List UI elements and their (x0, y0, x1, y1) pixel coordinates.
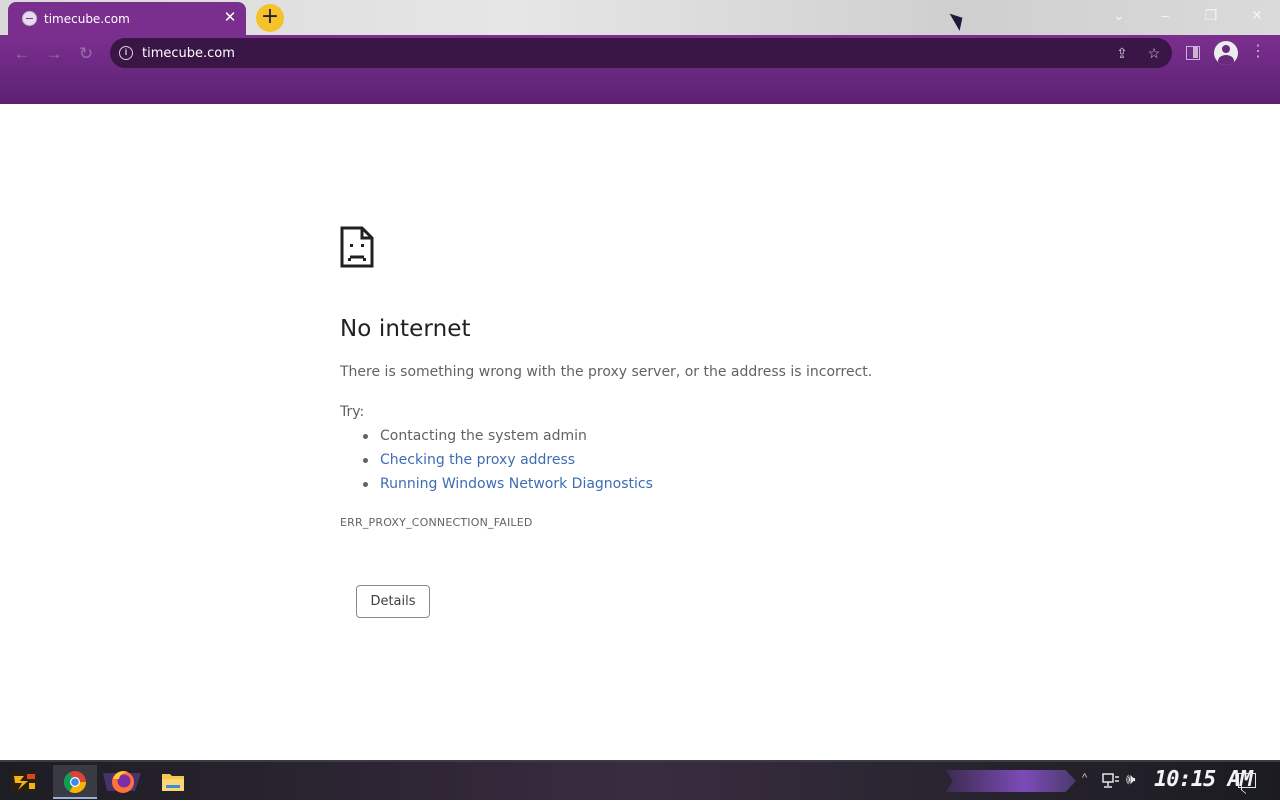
forward-button[interactable]: → (40, 41, 68, 67)
tab-active[interactable]: timecube.com ✕ (8, 2, 246, 35)
suggestion-contact-admin: Contacting the system admin (340, 424, 653, 448)
tab-close-icon[interactable]: ✕ (220, 8, 240, 28)
network-diagnostics-link[interactable]: Running Windows Network Diagnostics (380, 476, 653, 492)
share-icon[interactable]: ⇪ (1112, 43, 1132, 63)
site-info-icon[interactable]: i (119, 46, 133, 60)
url-text[interactable]: timecube.com (142, 46, 235, 61)
bullet-icon (363, 458, 368, 463)
chrome-icon (64, 771, 86, 793)
bookmark-star-icon[interactable]: ☆ (1144, 43, 1164, 63)
suggestion-network-diagnostics: Running Windows Network Diagnostics (340, 472, 653, 496)
tray-chevron-icon[interactable]: ^ (1082, 772, 1087, 784)
taskbar-file-explorer-app[interactable] (151, 765, 195, 799)
taskbar-decoration (946, 770, 1076, 792)
volume-icon[interactable]: 🕪 (1126, 771, 1135, 788)
profile-avatar-icon[interactable] (1214, 41, 1238, 65)
error-message: There is something wrong with the proxy … (340, 364, 873, 380)
mouse-cursor-icon (949, 9, 968, 31)
close-window-button[interactable]: ✕ (1244, 4, 1270, 26)
suggestion-text: Contacting the system admin (380, 428, 587, 444)
start-icon[interactable] (10, 770, 38, 794)
browser-menu-icon[interactable]: ⋮ (1250, 41, 1266, 65)
side-panel-icon[interactable] (1184, 43, 1202, 61)
new-tab-button[interactable]: + (256, 4, 284, 32)
tab-search-icon[interactable]: ⌄ (1106, 4, 1132, 26)
windows-taskbar: ^ 🕪 10:15 AM (0, 760, 1280, 800)
network-icon[interactable] (1102, 773, 1120, 789)
tab-title: timecube.com (44, 12, 130, 26)
sad-document-icon (340, 226, 374, 268)
bullet-icon (363, 482, 368, 487)
minimize-button[interactable]: – (1152, 4, 1178, 26)
suggestion-check-proxy: Checking the proxy address (340, 448, 653, 472)
firefox-icon (103, 771, 141, 793)
restore-button[interactable]: ❐ (1198, 4, 1224, 26)
error-page: No internet There is something wrong wit… (0, 104, 1280, 760)
browser-titlebar: timecube.com ✕ + ⌄ – ❐ ✕ (0, 0, 1280, 35)
bullet-icon (363, 434, 368, 439)
details-button[interactable]: Details (356, 585, 430, 618)
error-heading: No internet (340, 316, 471, 342)
globe-icon (22, 11, 37, 26)
back-button[interactable]: ← (8, 41, 36, 67)
error-code: ERR_PROXY_CONNECTION_FAILED (340, 516, 533, 529)
reload-button[interactable]: ↻ (72, 41, 100, 67)
check-proxy-link[interactable]: Checking the proxy address (380, 452, 575, 468)
suggestion-list: Contacting the system admin Checking the… (340, 424, 653, 496)
taskbar-chrome-app[interactable] (53, 765, 97, 799)
browser-toolbar: ← → ↻ i timecube.com ⇪ ☆ ⋮ (0, 35, 1280, 104)
taskbar-firefox-app[interactable] (101, 765, 145, 799)
notifications-icon[interactable] (1238, 773, 1256, 788)
file-explorer-icon (162, 774, 184, 791)
try-label: Try: (340, 404, 365, 420)
address-bar[interactable]: i timecube.com ⇪ ☆ (110, 38, 1172, 68)
